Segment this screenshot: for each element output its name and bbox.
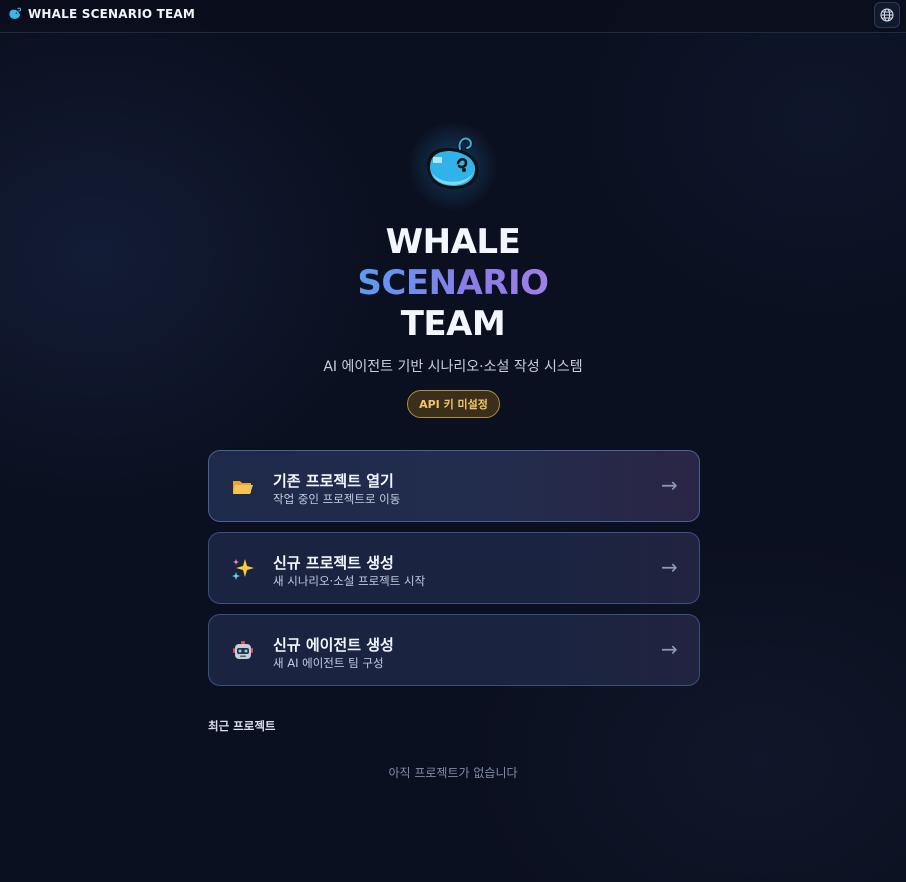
recent-projects-heading: 최근 프로젝트 <box>208 719 276 733</box>
card-title: 신규 에이전트 생성 <box>273 636 394 654</box>
card-subtitle: 새 시나리오·소설 프로젝트 시작 <box>273 574 426 588</box>
card-title: 기존 프로젝트 열기 <box>273 472 394 490</box>
open-existing-project-card[interactable]: 기존 프로젝트 열기 작업 중인 프로젝트로 이동 → <box>208 450 700 522</box>
brand-title: WHALE SCENARIO TEAM <box>28 7 196 21</box>
language-button[interactable] <box>874 2 900 28</box>
hero-subtitle: AI 에이전트 기반 시나리오·소설 작성 시스템 <box>323 359 583 375</box>
arrow-right-icon: → <box>661 555 678 579</box>
hero-title-gradient-text: SCENARIO <box>357 263 549 303</box>
arrow-right-icon: → <box>661 637 678 661</box>
recent-projects-empty-message: 아직 프로젝트가 없습니다 <box>388 766 518 780</box>
globe-icon <box>880 8 894 22</box>
hero-title-line-1: WHALE <box>385 222 521 262</box>
sparkles-icon <box>232 559 254 580</box>
card-subtitle: 작업 중인 프로젝트로 이동 <box>273 492 401 506</box>
card-subtitle: 새 AI 에이전트 팀 구성 <box>273 656 384 670</box>
robot-icon <box>233 641 253 659</box>
folder-icon <box>233 481 253 494</box>
arrow-right-icon: → <box>661 473 678 497</box>
api-key-status-badge[interactable]: API 키 미설정 <box>407 390 500 418</box>
brand[interactable]: WHALE SCENARIO TEAM <box>8 7 195 21</box>
top-bar: WHALE SCENARIO TEAM <box>0 0 906 33</box>
create-new-project-card[interactable]: 신규 프로젝트 생성 새 시나리오·소설 프로젝트 시작 → <box>208 532 700 604</box>
card-title: 신규 프로젝트 생성 <box>273 554 394 572</box>
hero-title-line-3: TEAM <box>400 304 506 344</box>
whale-icon <box>426 136 479 189</box>
hero-title-line-2: SCENARIO <box>0 263 906 303</box>
whale-icon <box>9 7 22 19</box>
create-new-agent-card[interactable]: 신규 에이전트 생성 새 AI 에이전트 팀 구성 → <box>208 614 700 686</box>
